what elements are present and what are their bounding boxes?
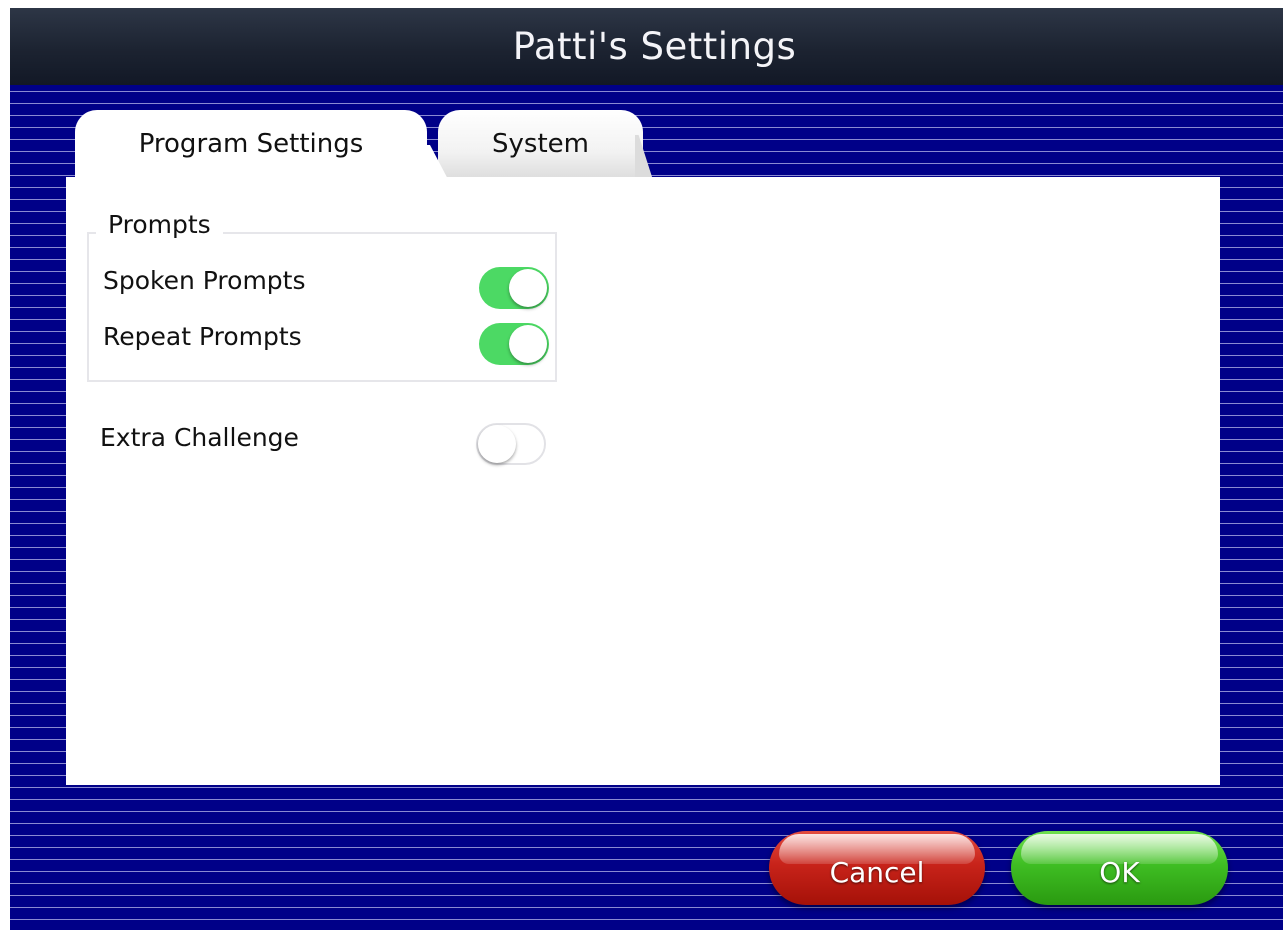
ok-button-label: OK: [1099, 855, 1140, 889]
toggle-knob: [509, 269, 547, 307]
tab-system-label: System: [492, 129, 589, 159]
ok-button[interactable]: OK: [1011, 831, 1228, 905]
window-title: Patti's Settings: [512, 25, 797, 68]
tab-system[interactable]: System: [438, 110, 643, 180]
repeat-prompts-toggle[interactable]: [479, 323, 549, 365]
cancel-button-label: Cancel: [829, 855, 925, 889]
extra-challenge-toggle[interactable]: [476, 423, 546, 465]
title-bar: Patti's Settings: [10, 8, 1283, 85]
settings-window: Patti's Settings Program Settings System…: [10, 8, 1283, 930]
toggle-knob: [478, 425, 516, 463]
tab-program-settings-label: Program Settings: [138, 129, 364, 159]
spoken-prompts-label: Spoken Prompts: [103, 266, 306, 295]
cancel-button[interactable]: Cancel: [769, 831, 985, 905]
settings-panel: Prompts Spoken Prompts Repeat Prompts Ex…: [66, 177, 1220, 785]
extra-challenge-label: Extra Challenge: [100, 423, 299, 452]
prompts-group-title: Prompts: [96, 210, 223, 239]
repeat-prompts-label: Repeat Prompts: [103, 322, 302, 351]
spoken-prompts-toggle[interactable]: [479, 267, 549, 309]
tab-program-settings[interactable]: Program Settings: [75, 110, 427, 185]
toggle-knob: [509, 325, 547, 363]
